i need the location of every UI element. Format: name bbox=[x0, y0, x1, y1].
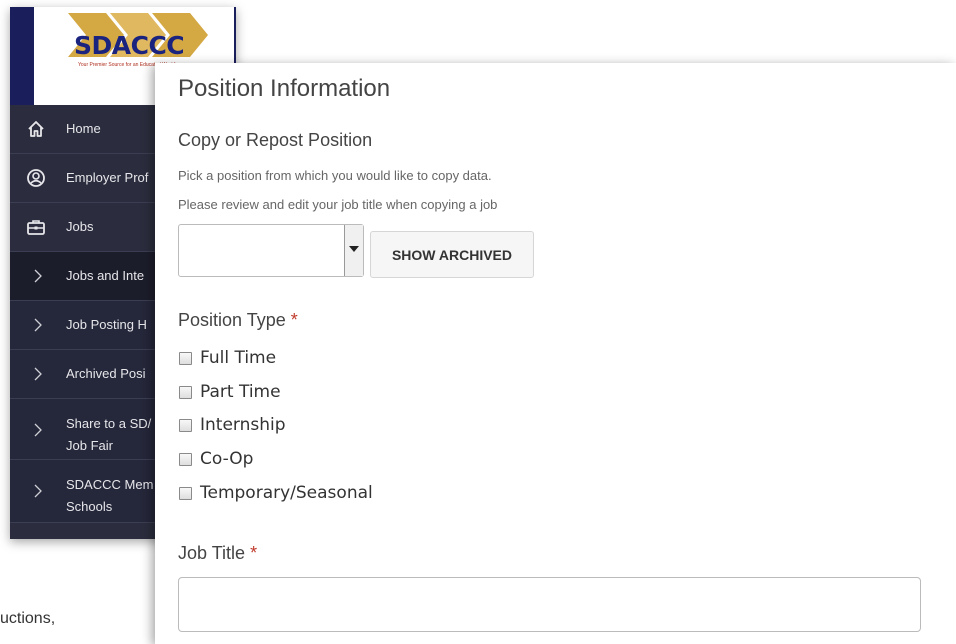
chevron-right-icon bbox=[34, 484, 42, 498]
logo-text: SDACCC bbox=[74, 31, 185, 60]
checkbox-label: Full Time bbox=[200, 348, 277, 368]
chevron-right-icon bbox=[34, 318, 42, 332]
sidebar-item-label: Home bbox=[66, 121, 101, 136]
chevron-right-icon bbox=[34, 367, 42, 381]
checkbox-label: Part Time bbox=[200, 382, 281, 402]
show-archived-button[interactable]: SHOW ARCHIVED bbox=[370, 231, 534, 278]
sidebar-item-label: Archived Posi bbox=[66, 366, 146, 381]
required-asterisk: * bbox=[250, 543, 258, 563]
copy-position-select[interactable] bbox=[178, 224, 364, 277]
briefcase-icon bbox=[27, 220, 45, 235]
copy-hint-text: Pick a position from which you would lik… bbox=[178, 168, 492, 183]
checkbox-label: Internship bbox=[200, 415, 286, 435]
copy-repost-heading: Copy or Repost Position bbox=[178, 130, 373, 150]
job-title-label: Job Title * bbox=[178, 543, 257, 564]
checkbox[interactable] bbox=[179, 386, 192, 399]
sidebar-item-label: Jobs bbox=[66, 219, 94, 234]
chevron-right-icon bbox=[34, 269, 42, 283]
checkbox[interactable] bbox=[179, 453, 192, 466]
sidebar-item-label: Job Posting H bbox=[66, 317, 147, 332]
sidebar-item-label: Employer Prof bbox=[66, 170, 149, 185]
sidebar-item-label: Jobs and Inte bbox=[66, 268, 145, 283]
caret-down-icon bbox=[349, 246, 359, 252]
job-title-hint-text: Please review and edit your job title wh… bbox=[178, 197, 498, 212]
checkbox[interactable] bbox=[179, 487, 192, 500]
position-type-label-text: Position Type bbox=[178, 310, 286, 330]
checkbox[interactable] bbox=[179, 419, 192, 432]
job-title-label-text: Job Title bbox=[178, 543, 246, 563]
user-circle-icon bbox=[27, 169, 45, 187]
checkbox-label: Temporary/Seasonal bbox=[200, 483, 373, 503]
job-title-input[interactable] bbox=[178, 577, 921, 632]
background-text-fragment: uctions, bbox=[0, 610, 56, 627]
page-title: Position Information bbox=[178, 75, 391, 102]
position-information-card: Position Information Copy or Repost Posi… bbox=[155, 63, 956, 644]
checkbox[interactable] bbox=[179, 352, 192, 365]
checkbox-label: Co-Op bbox=[200, 449, 254, 469]
required-asterisk: * bbox=[290, 310, 298, 330]
home-icon bbox=[28, 121, 44, 137]
position-type-label: Position Type * bbox=[178, 310, 298, 331]
dropdown-toggle[interactable] bbox=[344, 225, 363, 276]
chevron-right-icon bbox=[34, 423, 42, 437]
